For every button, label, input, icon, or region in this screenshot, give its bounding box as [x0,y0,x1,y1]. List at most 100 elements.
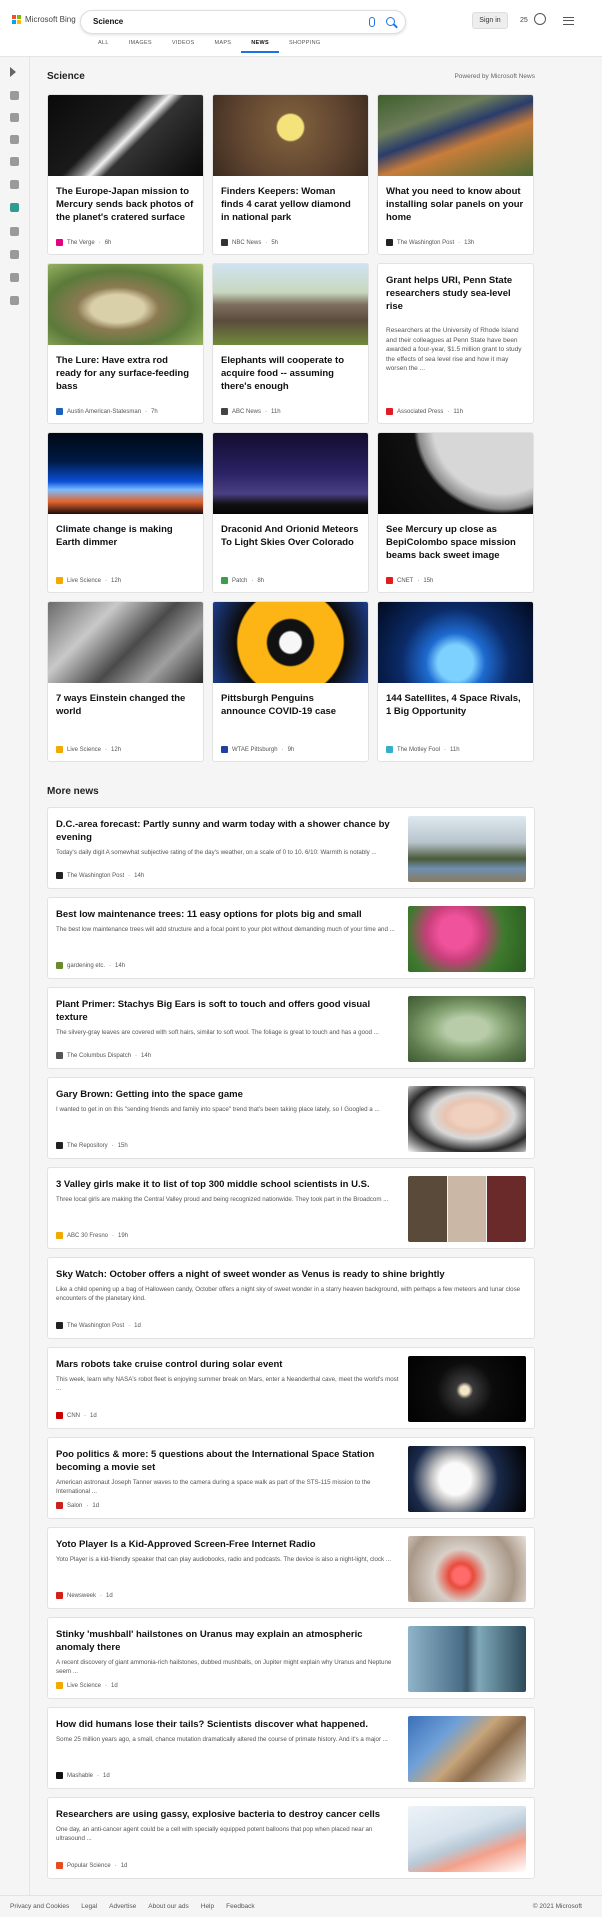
story-image[interactable] [378,95,533,176]
story-card[interactable]: 7 ways Einstein changed the world Live Sc… [47,601,204,762]
story-image[interactable] [48,95,203,176]
news-title[interactable]: D.C.-area forecast: Partly sunny and war… [56,818,401,844]
story-card[interactable]: What you need to know about installing s… [377,94,534,255]
news-thumbnail[interactable] [408,996,526,1062]
tab-images[interactable]: IMAGES [119,40,162,53]
news-thumbnail[interactable] [408,1806,526,1872]
news-item[interactable]: Researchers are using gassy, explosive b… [47,1797,535,1879]
menu-icon[interactable] [563,17,574,25]
news-title[interactable]: How did humans lose their tails? Scienti… [56,1718,401,1731]
news-item[interactable]: Mars robots take cruise control during s… [47,1347,535,1429]
story-card[interactable]: Grant helps URI, Penn State researchers … [377,263,534,424]
story-image[interactable] [48,602,203,683]
story-card[interactable]: Elephants will cooperate to acquire food… [212,263,369,424]
news-title[interactable]: Poo politics & more: 5 questions about t… [56,1448,401,1474]
source-name[interactable]: The Columbus Dispatch [67,1053,131,1059]
sidebar-item-tools[interactable] [9,112,21,124]
footer-link[interactable]: Help [201,1903,214,1910]
story-image[interactable] [378,602,533,683]
story-title[interactable]: The Europe-Japan mission to Mercury send… [56,185,195,224]
story-image[interactable] [48,264,203,345]
news-title[interactable]: Stinky 'mushball' hailstones on Uranus m… [56,1628,401,1654]
news-title[interactable]: Gary Brown: Getting into the space game [56,1088,401,1101]
story-image[interactable] [213,264,368,345]
source-name[interactable]: The Motley Fool [397,747,440,753]
story-title[interactable]: Grant helps URI, Penn State researchers … [386,274,525,313]
tab-all[interactable]: ALL [88,40,119,53]
news-item[interactable]: D.C.-area forecast: Partly sunny and war… [47,807,535,889]
story-title[interactable]: What you need to know about installing s… [386,185,525,224]
footer-link[interactable]: Privacy and Cookies [10,1903,69,1910]
bing-logo[interactable]: Microsoft Bing [12,15,76,24]
sidebar-item-globe[interactable] [9,179,21,191]
rewards-trophy-icon[interactable] [534,13,546,25]
news-item[interactable]: 3 Valley girls make it to list of top 30… [47,1167,535,1249]
news-title[interactable]: 3 Valley girls make it to list of top 30… [56,1178,401,1191]
source-name[interactable]: The Washington Post [67,1323,124,1329]
story-title[interactable]: The Lure: Have extra rod ready for any s… [56,354,195,393]
source-name[interactable]: Patch [232,578,247,584]
footer-link[interactable]: About our ads [148,1903,188,1910]
story-image[interactable] [378,433,533,514]
source-name[interactable]: Newsweek [67,1593,96,1599]
story-card[interactable]: 144 Satellites, 4 Space Rivals, 1 Big Op… [377,601,534,762]
source-name[interactable]: The Repository [67,1143,108,1149]
microphone-icon[interactable] [369,17,375,27]
news-item[interactable]: How did humans lose their tails? Scienti… [47,1707,535,1789]
sidebar-item-film[interactable] [9,249,21,261]
news-item[interactable]: Best low maintenance trees: 11 easy opti… [47,897,535,979]
source-name[interactable]: Live Science [67,1683,101,1689]
sidebar-item-home[interactable] [9,90,21,102]
tab-news[interactable]: NEWS [241,40,279,53]
news-title[interactable]: Mars robots take cruise control during s… [56,1358,401,1371]
news-item[interactable]: Plant Primer: Stachys Big Ears is soft t… [47,987,535,1069]
news-item[interactable]: Stinky 'mushball' hailstones on Uranus m… [47,1617,535,1699]
news-thumbnail[interactable] [408,1446,526,1512]
source-name[interactable]: Associated Press [397,409,443,415]
sidebar-item-expand[interactable] [9,66,21,78]
story-card[interactable]: See Mercury up close as BepiColombo spac… [377,432,534,593]
source-name[interactable]: Salon [67,1503,82,1509]
sidebar-item-science[interactable] [9,202,21,214]
source-name[interactable]: The Verge [67,240,95,246]
footer-link[interactable]: Advertise [109,1903,136,1910]
source-name[interactable]: Popular Science [67,1863,111,1869]
footer-link[interactable]: Feedback [226,1903,255,1910]
source-name[interactable]: Live Science [67,578,101,584]
sidebar-item-flag[interactable] [9,134,21,146]
news-item[interactable]: Gary Brown: Getting into the space game I… [47,1077,535,1159]
source-name[interactable]: NBC News [232,240,261,246]
story-card[interactable]: Finders Keepers: Woman finds 4 carat yel… [212,94,369,255]
source-name[interactable]: ABC 30 Fresno [67,1233,108,1239]
story-title[interactable]: Elephants will cooperate to acquire food… [221,354,360,393]
tab-videos[interactable]: VIDEOS [162,40,205,53]
footer-link[interactable]: Legal [81,1903,97,1910]
story-card[interactable]: Pittsburgh Penguins announce COVID-19 ca… [212,601,369,762]
news-title[interactable]: Plant Primer: Stachys Big Ears is soft t… [56,998,401,1024]
story-title[interactable]: Pittsburgh Penguins announce COVID-19 ca… [221,692,360,718]
story-title[interactable]: Climate change is making Earth dimmer [56,523,195,549]
news-title[interactable]: Best low maintenance trees: 11 easy opti… [56,908,401,921]
story-title[interactable]: 7 ways Einstein changed the world [56,692,195,718]
source-name[interactable]: CNET [397,578,413,584]
story-image[interactable] [213,602,368,683]
story-image[interactable] [213,95,368,176]
sidebar-item-card[interactable] [9,295,21,307]
source-name[interactable]: Austin American-Statesman [67,409,141,415]
sign-in-button[interactable]: Sign in [472,12,508,29]
news-thumbnail[interactable] [408,1176,526,1242]
story-card[interactable]: The Europe-Japan mission to Mercury send… [47,94,204,255]
source-name[interactable]: The Washington Post [67,873,124,879]
news-item[interactable]: Sky Watch: October offers a night of swe… [47,1257,535,1339]
search-icon[interactable] [386,17,395,26]
rewards-count[interactable]: 25 [520,17,528,24]
news-thumbnail[interactable] [408,1716,526,1782]
news-thumbnail[interactable] [408,1626,526,1692]
search-input[interactable]: Science [93,17,123,26]
source-name[interactable]: Mashable [67,1773,93,1779]
news-thumbnail[interactable] [408,1536,526,1602]
source-name[interactable]: ABC News [232,409,261,415]
story-image[interactable] [48,433,203,514]
news-title[interactable]: Sky Watch: October offers a night of swe… [56,1268,526,1281]
story-card[interactable]: The Lure: Have extra rod ready for any s… [47,263,204,424]
